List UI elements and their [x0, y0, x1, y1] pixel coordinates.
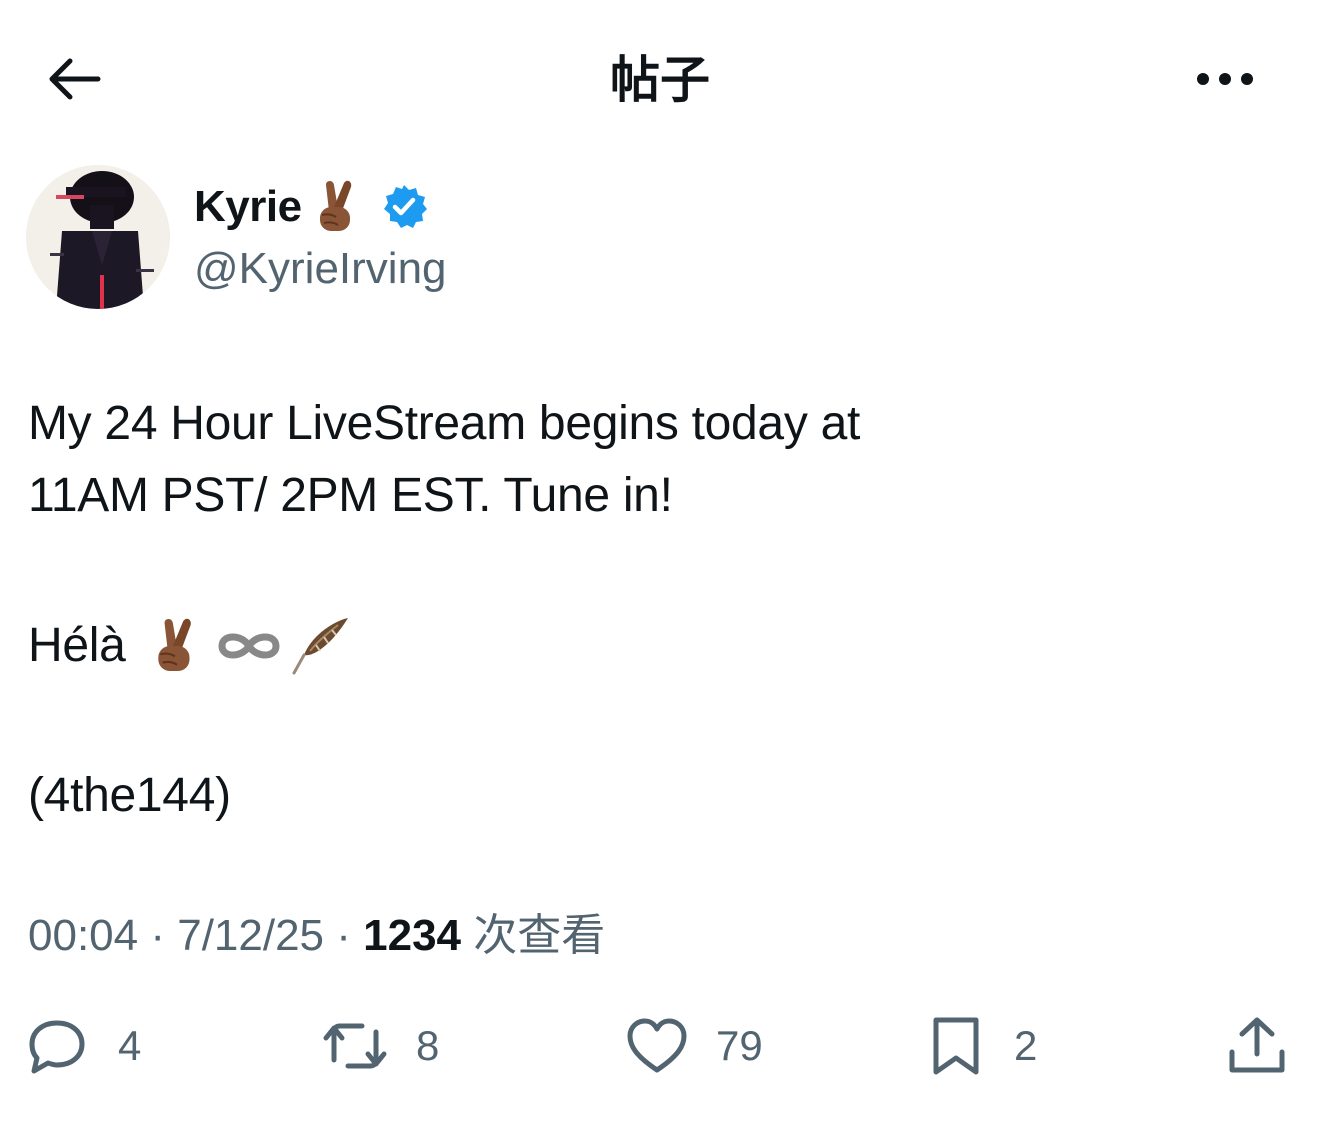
reply-count: 4: [118, 1022, 142, 1069]
reply-icon: [29, 1020, 85, 1074]
verified-badge-icon: [383, 185, 427, 228]
view-label: 次查看: [461, 911, 606, 960]
meta-separator: ·: [138, 911, 178, 960]
action-bar: 4 8 79 2: [0, 1010, 1320, 1082]
like-button[interactable]: 79: [626, 1010, 763, 1082]
repost-count: 8: [416, 1022, 440, 1069]
tweet-meta: 00:04 · 7/12/25 · 1234 次查看: [28, 906, 605, 966]
meta-separator: ·: [324, 911, 364, 960]
heart-icon: [627, 1018, 687, 1073]
bookmark-icon: [933, 1017, 979, 1075]
tweet-line: My 24 Hour LiveStream begins today at: [28, 397, 860, 450]
tweet-line: 11AM PST/ 2PM EST. Tune in!: [28, 469, 673, 522]
crossed-fingers-icon: [157, 618, 191, 671]
page-title: 帖子: [610, 52, 710, 108]
repost-button[interactable]: 8: [322, 1010, 439, 1082]
bookmark-count: 2: [1014, 1022, 1038, 1069]
tweet-time[interactable]: 00:04: [28, 911, 138, 960]
top-bar: 帖子: [0, 0, 1320, 160]
avatar[interactable]: [26, 165, 170, 309]
repost-icon: [323, 1023, 387, 1069]
crossed-fingers-icon: [319, 180, 351, 231]
reply-button[interactable]: 4: [26, 1010, 141, 1082]
author-name[interactable]: Kyrie: [194, 182, 302, 232]
share-icon: [1229, 1017, 1285, 1073]
infinity-icon: [218, 633, 280, 659]
avatar-image: [26, 165, 170, 309]
like-count: 79: [716, 1022, 763, 1069]
view-count: 1234: [363, 911, 462, 960]
author-name-row: Kyrie: [194, 177, 428, 237]
bookmark-button[interactable]: 2: [930, 1010, 1037, 1082]
more-options-button[interactable]: [1190, 54, 1260, 104]
tweet-line: Hélà: [28, 619, 126, 672]
author-handle[interactable]: @KyrieIrving: [194, 242, 447, 296]
tweet-line: (4the144): [28, 769, 231, 822]
tweet-text: My 24 Hour LiveStream begins today at 11…: [28, 388, 860, 832]
tweet-date[interactable]: 7/12/25: [177, 911, 324, 960]
tweet-emoji-line: Hélà: [28, 608, 860, 684]
more-dots-icon: [1197, 73, 1253, 85]
share-button[interactable]: [1226, 1010, 1288, 1082]
feather-icon: [292, 618, 348, 675]
